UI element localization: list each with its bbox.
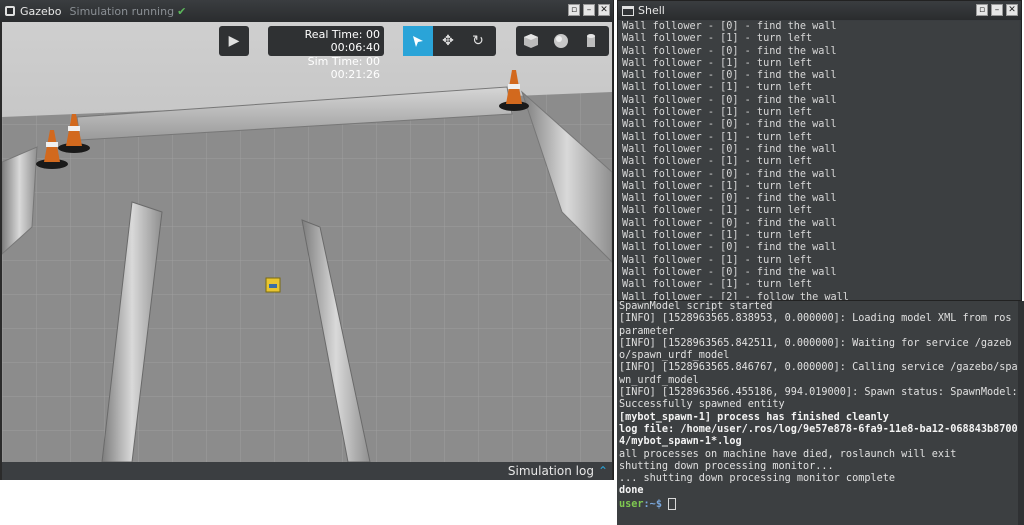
shell-output-line: Wall follower - [0] - find the wall <box>622 70 837 82</box>
manipulation-toolbar: ✥ ↻ <box>403 26 496 56</box>
shell-output-line: Wall follower - [0] - find the wall <box>622 143 837 155</box>
shell-output-line: Wall follower - [1] - turn left <box>622 180 813 192</box>
shell-output-line: Wall follower - [0] - find the wall <box>622 217 837 229</box>
shell-output-line: Wall follower - [1] - turn left <box>622 205 813 217</box>
minimize-window-icon[interactable]: – <box>991 4 1003 16</box>
shell-output-line: Wall follower - [2] - follow the wall <box>622 291 849 300</box>
robot-model[interactable] <box>265 277 281 293</box>
gazebo-title: Gazebo <box>20 4 62 18</box>
gazebo-app-icon <box>5 6 15 16</box>
prompt-user: user <box>619 498 644 510</box>
shell-output-line: Wall follower - [0] - find the wall <box>622 168 837 180</box>
shell-output-line: Wall follower - [1] - turn left <box>622 107 813 119</box>
play-icon[interactable]: ▶ <box>219 26 249 56</box>
simulation-viewport[interactable] <box>2 22 612 462</box>
shell-output-line: Wall follower - [0] - find the wall <box>622 193 837 205</box>
time-readout: Real Time: 00 00:06:40 <box>268 26 384 56</box>
shell-output-line: Wall follower - [1] - turn left <box>622 33 813 45</box>
shell-output-line: Wall follower - [1] - turn left <box>622 254 813 266</box>
shell-output-line: Wall follower - [0] - find the wall <box>622 94 837 106</box>
gazebo-window: Gazebo Simulation running ✔ ▫ – ✕ ▶ Real… <box>0 0 614 480</box>
restore-window-icon[interactable]: ▫ <box>568 4 580 16</box>
terminal-output-line: ... shutting down processing monitor com… <box>619 473 896 485</box>
real-time-value: 00:06:40 <box>330 41 380 54</box>
select-arrow-icon[interactable] <box>403 26 433 56</box>
check-icon: ✔ <box>177 4 187 18</box>
terminal-output-line: log file: /home/user/.ros/log/9e57e878-6… <box>619 423 1018 448</box>
sim-time-value: 00:21:26 <box>330 68 380 81</box>
box-icon[interactable] <box>516 26 546 56</box>
restore-window-icon[interactable]: ▫ <box>976 4 988 16</box>
simulation-log-bar[interactable]: Simulation log ⌃ <box>2 462 612 480</box>
minimize-window-icon[interactable]: – <box>583 4 595 16</box>
shell-output-line: Wall follower - [1] - turn left <box>622 230 813 242</box>
shell-output-line: Wall follower - [0] - find the wall <box>622 119 837 131</box>
rotate-icon[interactable]: ↻ <box>463 26 493 56</box>
cylinder-icon[interactable] <box>576 26 606 56</box>
move-icon[interactable]: ✥ <box>433 26 463 56</box>
terminal-scrollbar[interactable] <box>1018 301 1024 525</box>
terminal-output-line: [INFO] [1528963565.846767, 0.000000]: Ca… <box>619 362 1018 386</box>
terminal-cursor <box>668 497 677 510</box>
terminal-output-line: [INFO] [1528963566.455186, 994.019000]: … <box>619 387 1018 411</box>
shell-title: Shell <box>638 4 665 17</box>
shell-titlebar[interactable]: Shell ▫ – ✕ <box>618 1 1021 20</box>
shell-output-line: Wall follower - [1] - turn left <box>622 131 813 143</box>
terminal-output-line: done <box>619 485 644 497</box>
command-prompt[interactable]: user:~$ <box>619 497 1022 511</box>
shell-output-line: Wall follower - [1] - turn left <box>622 156 813 168</box>
shapes-toolbar <box>516 26 609 56</box>
terminal-app-icon <box>622 5 634 16</box>
real-time-label: Real Time: 00 <box>304 28 380 41</box>
shell-output-line: Wall follower - [0] - find the wall <box>622 266 837 278</box>
sim-time-label: Sim Time: 00 <box>307 55 380 68</box>
terminal-output-line: all processes on machine have died, rosl… <box>619 448 957 460</box>
shell-output-line: Wall follower - [1] - turn left <box>622 279 813 291</box>
simulation-log-label: Simulation log <box>507 464 594 478</box>
shell-output-line: Wall follower - [0] - find the wall <box>622 45 837 57</box>
shell-output-line: Wall follower - [1] - turn left <box>622 57 813 69</box>
chevron-up-icon[interactable]: ⌃ <box>598 464 608 478</box>
terminal-output-line: SpawnModel script started <box>619 301 773 312</box>
play-control: ▶ <box>219 26 249 56</box>
terminal-output: SpawnModel script started [INFO] [1528963… <box>619 301 1022 498</box>
terminal-output-line: [INFO] [1528963565.842511, 0.000000]: Wa… <box>619 337 1012 362</box>
terminal-output-line: [INFO] [1528963565.838953, 0.000000]: Lo… <box>619 313 1018 337</box>
shell-terminal-output[interactable]: Wall follower - [0] - find the wall Wall … <box>620 21 1019 300</box>
shell-output-line: Wall follower - [1] - turn left <box>622 82 813 94</box>
simulation-status: Simulation running <box>69 4 175 18</box>
close-window-icon[interactable]: ✕ <box>1006 4 1018 16</box>
close-window-icon[interactable]: ✕ <box>598 4 610 16</box>
sphere-icon[interactable] <box>546 26 576 56</box>
roslaunch-terminal[interactable]: SpawnModel script started [INFO] [1528963… <box>617 301 1024 525</box>
terminal-output-line: shutting down processing monitor... <box>619 460 834 472</box>
shell-output-line: Wall follower - [0] - find the wall <box>622 242 837 254</box>
terminal-output-line: [mybot_spawn-1] process has finished cle… <box>619 411 889 423</box>
shell-window: Shell ▫ – ✕ Wall follower - [0] - find t… <box>617 0 1022 301</box>
prompt-path: :~$ <box>643 498 662 510</box>
shell-output-line: Wall follower - [0] - find the wall <box>622 21 837 32</box>
gazebo-titlebar[interactable]: Gazebo Simulation running ✔ ▫ – ✕ <box>0 0 613 22</box>
